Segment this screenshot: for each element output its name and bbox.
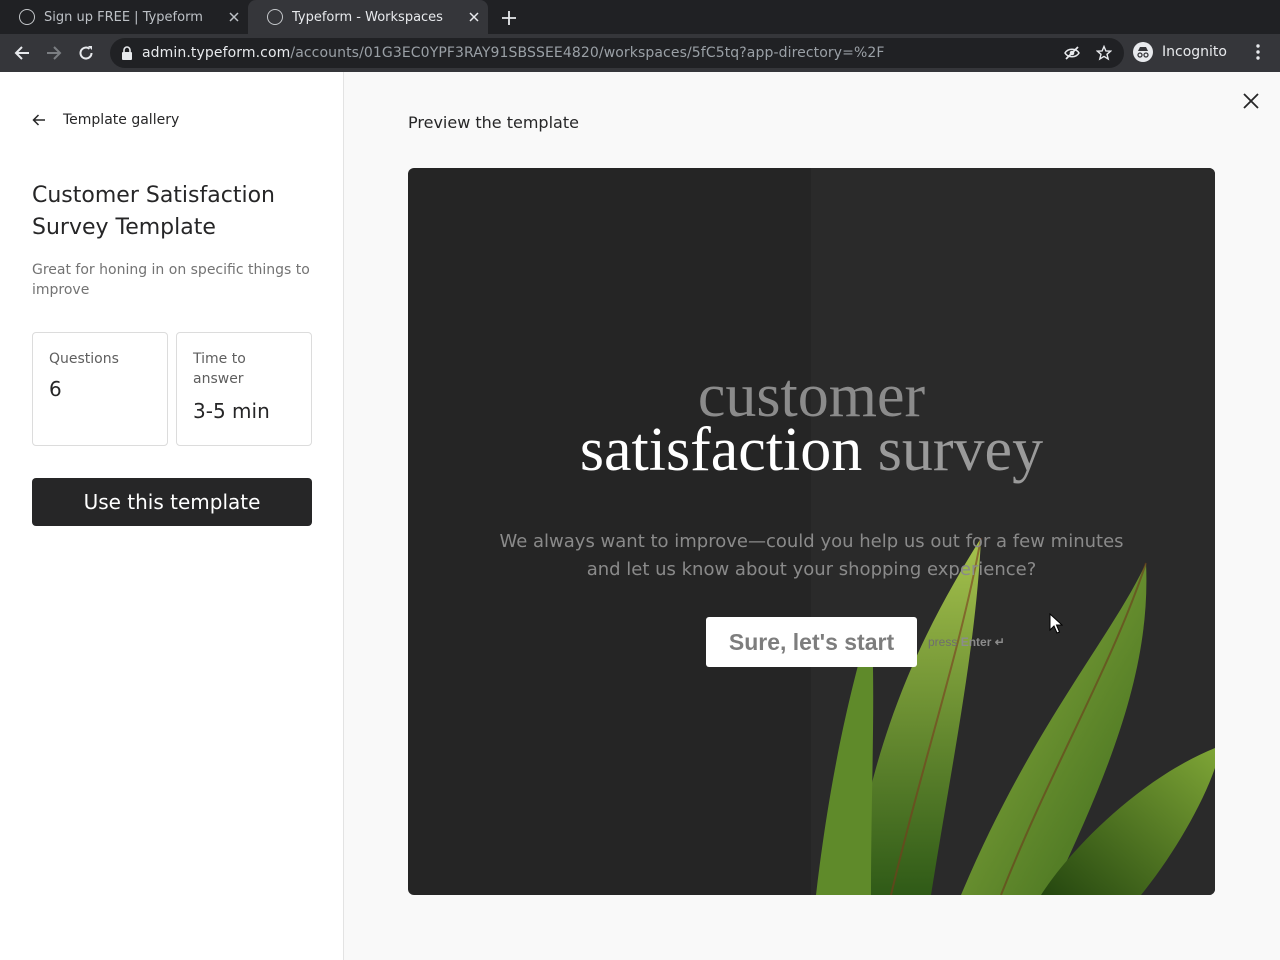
incognito-indicator[interactable]: Incognito xyxy=(1133,40,1227,64)
questions-label: Questions xyxy=(49,351,119,367)
star-icon[interactable] xyxy=(1096,45,1112,61)
url-host: admin.typeform.com xyxy=(142,45,291,61)
close-icon[interactable] xyxy=(466,9,482,25)
tab-title: Sign up FREE | Typeform xyxy=(44,9,203,25)
url-path: /accounts/01G3EC0YPF3RAY91SBSSEE4820/wor… xyxy=(290,45,885,61)
hint-key: Enter ↵ xyxy=(960,635,1005,649)
profile-label: Incognito xyxy=(1162,44,1227,60)
browser-tab-bar: Sign up FREE | Typeform Typeform - Works… xyxy=(0,0,1280,34)
time-value: 3-5 min xyxy=(193,399,270,423)
template-title: Customer Satisfaction Survey Template xyxy=(32,183,275,240)
questions-value: 6 xyxy=(49,377,62,401)
template-preview-panel: Preview the template customer satisfacti… xyxy=(344,72,1280,960)
use-template-button[interactable]: Use this template xyxy=(32,478,312,526)
plus-icon xyxy=(502,11,516,25)
lock-icon xyxy=(122,46,132,60)
arrow-left-icon xyxy=(14,46,29,60)
reload-button[interactable] xyxy=(74,41,98,65)
address-bar[interactable]: admin.typeform.com/accounts/01G3EC0YPF3R… xyxy=(110,38,1124,68)
new-tab-button[interactable] xyxy=(498,7,520,29)
globe-icon xyxy=(267,9,283,25)
time-stat-card: Time to answer 3-5 min xyxy=(176,332,312,446)
mouse-cursor-icon xyxy=(1049,613,1063,634)
time-label: Time to answer xyxy=(193,351,246,387)
template-description: Great for honing in on specific things t… xyxy=(32,262,310,298)
eye-off-icon[interactable] xyxy=(1064,45,1080,61)
more-vert-icon xyxy=(1256,44,1260,60)
close-icon[interactable] xyxy=(226,9,242,25)
arrow-left-icon xyxy=(32,114,45,126)
reload-icon xyxy=(79,46,93,60)
questions-stat-card: Questions 6 xyxy=(32,332,168,446)
close-icon[interactable] xyxy=(1242,92,1260,110)
template-gallery-back-link[interactable]: Template gallery xyxy=(32,112,179,128)
start-survey-button[interactable]: Sure, let's start xyxy=(706,617,917,667)
browser-toolbar: admin.typeform.com/accounts/01G3EC0YPF3R… xyxy=(0,34,1280,72)
url-text: admin.typeform.com/accounts/01G3EC0YPF3R… xyxy=(142,38,885,68)
preview-title-word: survey xyxy=(877,416,1044,484)
preview-title-line2: satisfaction survey xyxy=(408,418,1215,482)
back-button[interactable] xyxy=(10,41,34,65)
preview-description: We always want to improve—could you help… xyxy=(499,531,1124,580)
globe-icon xyxy=(19,9,35,25)
browser-tab[interactable]: Sign up FREE | Typeform xyxy=(0,0,248,34)
template-preview-frame[interactable]: customer satisfaction survey We always w… xyxy=(408,168,1215,895)
press-enter-hint: press Enter ↵ xyxy=(928,635,1005,649)
browser-menu-button[interactable] xyxy=(1248,41,1268,63)
preview-heading: Preview the template xyxy=(408,113,579,132)
back-link-label: Template gallery xyxy=(63,112,180,128)
browser-tab-active[interactable]: Typeform - Workspaces xyxy=(248,0,488,34)
arrow-right-icon xyxy=(47,46,62,60)
preview-title-word: satisfaction xyxy=(579,416,863,484)
incognito-icon xyxy=(1133,42,1153,62)
tab-title: Typeform - Workspaces xyxy=(292,9,443,25)
hint-prefix: press xyxy=(928,635,958,649)
forward-button[interactable] xyxy=(42,41,66,65)
template-info-panel: Template gallery Customer Satisfaction S… xyxy=(0,72,344,960)
